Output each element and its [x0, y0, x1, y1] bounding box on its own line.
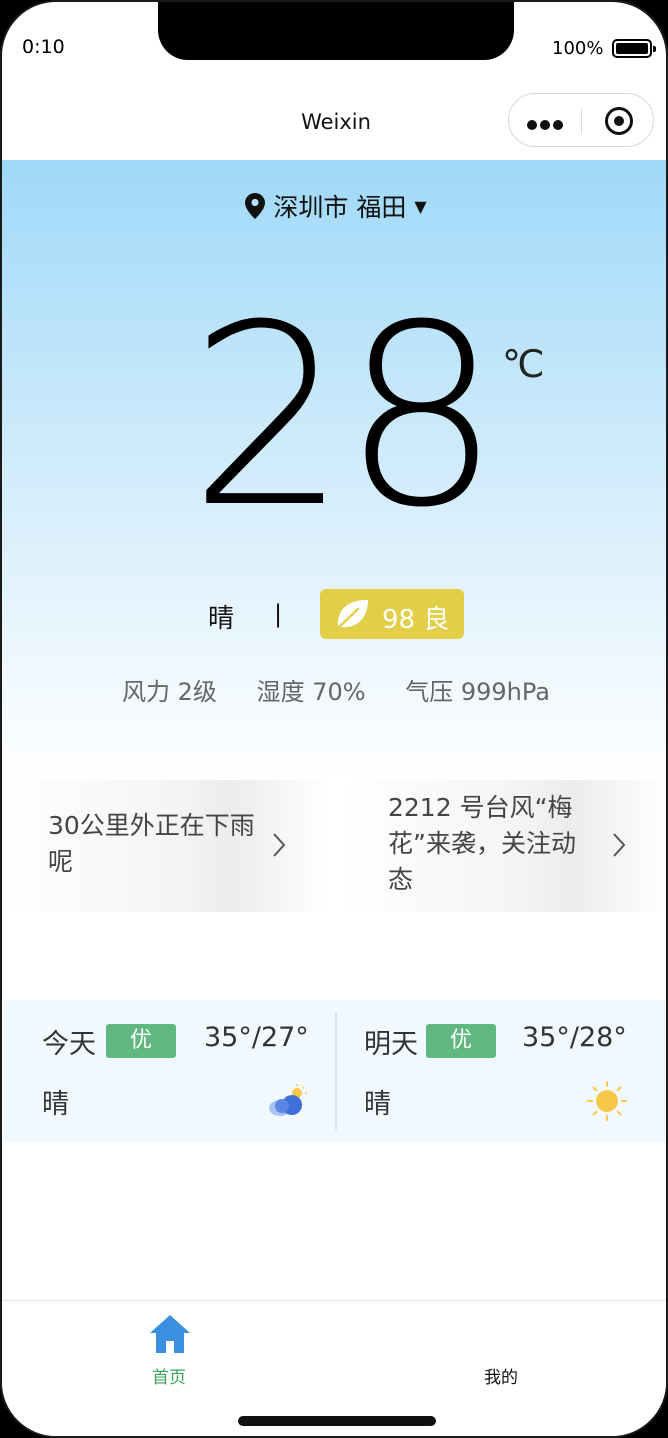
dropdown-caret-icon: ▼: [414, 197, 427, 216]
status-time: 0:10: [22, 36, 65, 58]
condition-separator: |: [274, 600, 283, 628]
capsule-divider: [581, 108, 582, 134]
forecast-tomorrow-condition: 晴: [364, 1089, 391, 1120]
more-icon[interactable]: [527, 115, 567, 130]
leaf-icon: [336, 599, 368, 630]
temperature-unit: ℃: [502, 342, 545, 386]
home-icon[interactable]: [148, 1313, 192, 1355]
condition-row: 晴 | 98 良: [2, 588, 666, 640]
forecast-today-temp: 35°/27°: [204, 1022, 309, 1053]
current-temperature: 28: [188, 271, 501, 562]
alert-text: 2212 号台风“梅花”来袭，关注动态: [388, 793, 576, 894]
aqi-badge[interactable]: 98 良: [320, 589, 464, 639]
notch: [158, 2, 514, 60]
tab-home[interactable]: 首页: [152, 1363, 186, 1388]
typhoon-alert-card[interactable]: 2212 号台风“梅花”来袭，关注动态: [344, 780, 666, 912]
forecast-divider: [335, 1012, 337, 1130]
chevron-right-icon: [273, 833, 286, 857]
cloudy-sun-icon: [269, 1084, 307, 1116]
aqi-level: 良: [423, 605, 450, 635]
wind-metric: 风力 2级: [122, 678, 217, 706]
location-city: 深圳市: [273, 193, 349, 222]
location-district: 福田: [356, 193, 407, 222]
humidity-metric: 湿度 70%: [256, 678, 366, 706]
forecast-panel: 今天 优 35°/27° 晴 明天 优 35°/28° 晴: [4, 1000, 666, 1142]
home-indicator: [238, 1416, 436, 1426]
location-selector[interactable]: 深圳市 福田 ▼: [2, 188, 666, 224]
current-condition: 晴: [208, 604, 235, 634]
phone-screen: 0:10 100% Weixin 深圳市 福田 ▼ 28 ℃ 晴 | 98 良 风…: [0, 0, 668, 1438]
rain-alert-card[interactable]: 30公里外正在下雨呢: [4, 780, 328, 912]
pressure-metric: 气压 999hPa: [405, 678, 550, 706]
battery-percent: 100%: [552, 38, 604, 59]
forecast-today-condition: 晴: [42, 1089, 69, 1120]
aqi-value: 98: [382, 605, 416, 635]
location-pin-icon: [245, 193, 266, 219]
close-target-icon[interactable]: [605, 107, 633, 135]
tab-me[interactable]: 我的: [484, 1363, 518, 1388]
forecast-tomorrow-label: 明天: [364, 1029, 418, 1060]
forecast-today-quality: 优: [106, 1024, 176, 1058]
forecast-tomorrow-temp: 35°/28°: [522, 1022, 627, 1053]
mini-program-capsule: [508, 93, 654, 147]
sun-icon: [587, 1081, 627, 1121]
weather-metrics: 风力 2级 湿度 70% 气压 999hPa: [2, 672, 666, 707]
forecast-today-label: 今天: [42, 1029, 96, 1060]
alert-text: 30公里外正在下雨呢: [48, 811, 255, 876]
forecast-tomorrow-quality: 优: [426, 1024, 496, 1058]
battery-icon: [612, 39, 656, 58]
chevron-right-icon: [613, 833, 626, 857]
